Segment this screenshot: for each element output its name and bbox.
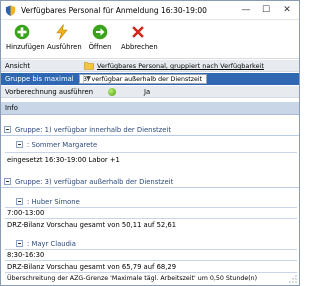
maximize-button[interactable]: ☐ (257, 3, 275, 17)
person-detail: 7:00-13:00 (7, 209, 45, 217)
person-name: : Sommer Margarete (27, 141, 98, 149)
person-detail: eingesetzt 16:30-19:00 Labor +1 (7, 156, 120, 164)
lightning-icon (56, 24, 68, 40)
group-header[interactable]: Gruppe: 3) verfügbar außerhalb der Diens… (1, 176, 299, 188)
shield-icon (5, 5, 16, 16)
person-detail: DRZ-Bilanz Vorschau gesamt von 65,79 auf… (7, 263, 177, 271)
info-header: Info (1, 102, 299, 115)
plus-icon (14, 24, 30, 40)
collapse-icon[interactable] (16, 240, 23, 247)
resize-grip-icon[interactable] (289, 275, 297, 283)
divider (5, 260, 297, 261)
gruppe-select-value: 3) verfügbar außerhalb der Dienstzeit (83, 76, 203, 83)
divider (5, 249, 297, 250)
divider (5, 207, 297, 208)
ausfuehren-button[interactable]: Ausführen (47, 24, 82, 57)
hinzufuegen-button[interactable]: Hinzufügen (6, 24, 45, 57)
window-title: Verfügbares Personal für Anmeldung 16:30… (21, 6, 207, 15)
person-name: : Mayr Claudia (27, 240, 76, 248)
person-detail: DRZ-Bilanz Vorschau gesamt von 50,11 auf… (7, 221, 177, 229)
close-window-button[interactable]: ✕ (278, 3, 296, 17)
vorberechnung-row: Vorberechnung ausführen Ja (1, 86, 299, 98)
folder-icon (84, 62, 94, 70)
divider (5, 272, 297, 273)
collapse-icon[interactable] (16, 141, 23, 148)
abbrechen-label: Abbrechen (121, 43, 158, 51)
divider (5, 152, 297, 153)
person-name: : Huber Simone (27, 198, 80, 206)
collapse-icon[interactable] (16, 198, 23, 205)
group-header[interactable]: Gruppe: 1) verfügbar innerhalb der Diens… (1, 124, 299, 136)
person-detail: Überschreitung der AZG-Grenze 'Maximale … (7, 275, 258, 282)
ansicht-value-link[interactable]: Verfügbares Personal, gruppiert nach Ver… (97, 62, 264, 70)
abbrechen-button[interactable]: Abbrechen (121, 24, 158, 57)
title-bar: Verfügbares Personal für Anmeldung 16:30… (1, 1, 299, 20)
chevron-down-icon[interactable]: ▼ (83, 75, 93, 83)
dialog-window: Verfügbares Personal für Anmeldung 16:30… (0, 0, 300, 286)
toolbar: Hinzufügen Ausführen Öffnen Abbrechen (1, 21, 299, 59)
minimize-button[interactable]: — (237, 3, 255, 17)
gruppe-label: Gruppe bis maximal (5, 75, 74, 83)
ansicht-label: Ansicht (5, 62, 31, 70)
status-dot-icon (108, 88, 116, 96)
collapse-icon[interactable] (4, 178, 11, 185)
vorberechnung-value[interactable]: Ja (144, 88, 150, 96)
ansicht-row: Ansicht Verfügbares Personal, gruppiert … (1, 60, 299, 72)
hinzufuegen-label: Hinzufügen (6, 43, 45, 51)
gruppe-select[interactable]: 3) verfügbar außerhalb der Dienstzeit ▼ (79, 74, 207, 84)
person-detail: 8:30-16:30 (7, 251, 45, 259)
gruppe-row: Gruppe bis maximal 3) verfügbar außerhal… (1, 73, 299, 85)
collapse-icon[interactable] (4, 126, 11, 133)
info-header-label: Info (5, 104, 18, 112)
group-title: Gruppe: 1) verfügbar innerhalb der Diens… (15, 126, 171, 134)
oeffnen-label: Öffnen (88, 43, 112, 51)
oeffnen-button[interactable]: Öffnen (87, 24, 113, 57)
cancel-x-icon (132, 26, 144, 38)
vorberechnung-label: Vorberechnung ausführen (5, 88, 93, 96)
divider (5, 218, 297, 219)
arrow-right-icon (92, 24, 108, 40)
ausfuehren-label: Ausführen (47, 43, 82, 51)
group-title: Gruppe: 3) verfügbar außerhalb der Diens… (15, 178, 174, 186)
